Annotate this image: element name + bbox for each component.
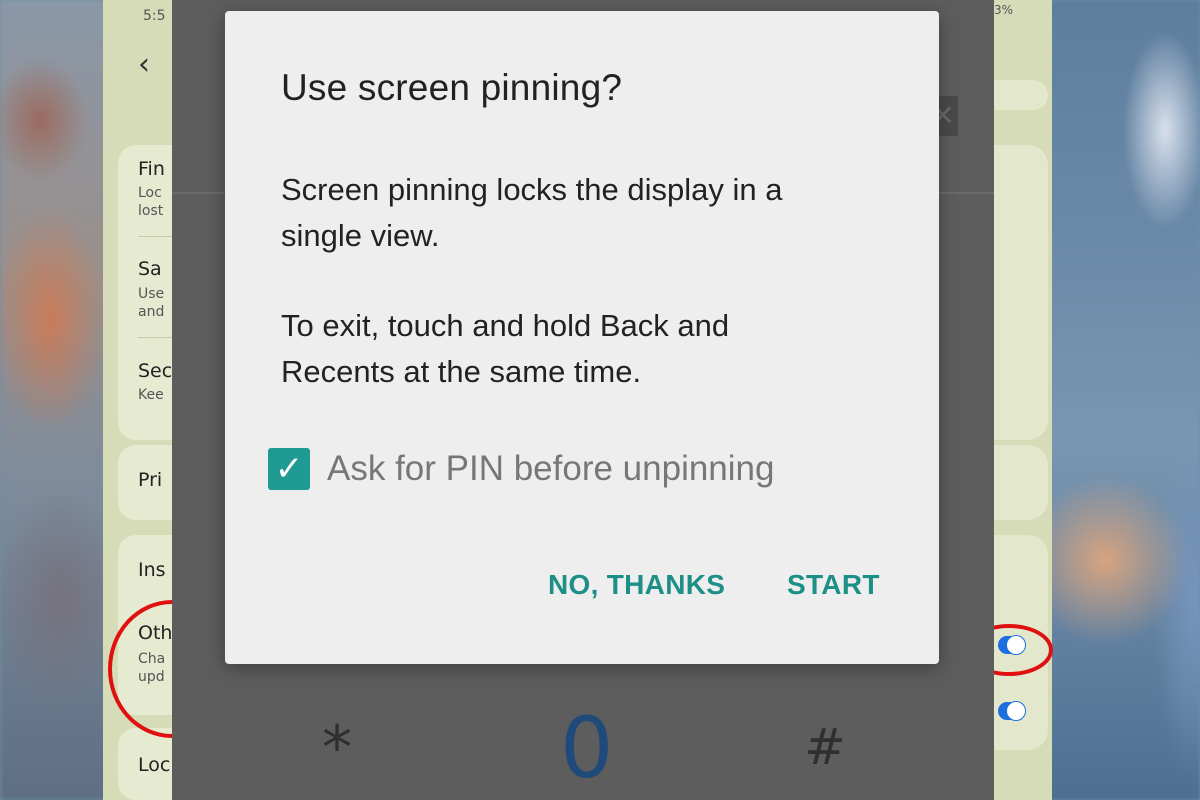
back-arrow-icon[interactable]: ‹ (138, 50, 150, 80)
settings-card-right-top (990, 80, 1048, 110)
settings-row-subtitle: and (138, 304, 165, 320)
dialog-body-line: To exit, touch and hold Back and (281, 308, 730, 343)
pin-checkbox[interactable]: ✓ (268, 448, 310, 490)
settings-card-right-1 (990, 145, 1048, 440)
status-time: 5:5 (143, 8, 166, 24)
dialog-title: Use screen pinning? (281, 67, 623, 108)
settings-row-title[interactable]: Pri (138, 469, 162, 491)
settings-row-title[interactable]: Fin (138, 158, 165, 180)
toggle-switch[interactable] (998, 701, 1026, 721)
settings-row-title[interactable]: Loc (138, 754, 170, 776)
dialpad-star-key[interactable]: * (322, 718, 352, 778)
dialog-body-line: Screen pinning locks the display in a (281, 172, 783, 207)
background-photo-left (0, 0, 110, 800)
settings-row-title[interactable]: Ins (138, 559, 166, 581)
no-thanks-button[interactable]: NO, THANKS (548, 569, 725, 601)
dialog-body-line: Recents at the same time. (281, 354, 642, 389)
start-button[interactable]: START (787, 569, 880, 601)
background-photo-right (1045, 0, 1200, 800)
settings-row-subtitle: Loc (138, 185, 162, 201)
screen-pinning-dialog: Use screen pinning? Screen pinning locks… (225, 11, 939, 664)
dialpad-zero-key[interactable]: 0 (560, 706, 613, 790)
status-battery: 3% (994, 3, 1014, 17)
pin-checkbox-label[interactable]: Ask for PIN before unpinning (327, 449, 774, 489)
settings-row-subtitle: lost (138, 203, 164, 219)
settings-row-title[interactable]: Sa (138, 258, 162, 280)
settings-row-title[interactable]: Sec (138, 360, 172, 382)
dialpad-hash-key[interactable]: # (804, 722, 846, 772)
dialog-body-line: single view. (281, 218, 440, 253)
settings-row-subtitle: Kee (138, 387, 164, 403)
settings-row-subtitle: Use (138, 286, 165, 302)
settings-card-right-2 (990, 445, 1048, 520)
checkmark-icon: ✓ (274, 449, 304, 489)
